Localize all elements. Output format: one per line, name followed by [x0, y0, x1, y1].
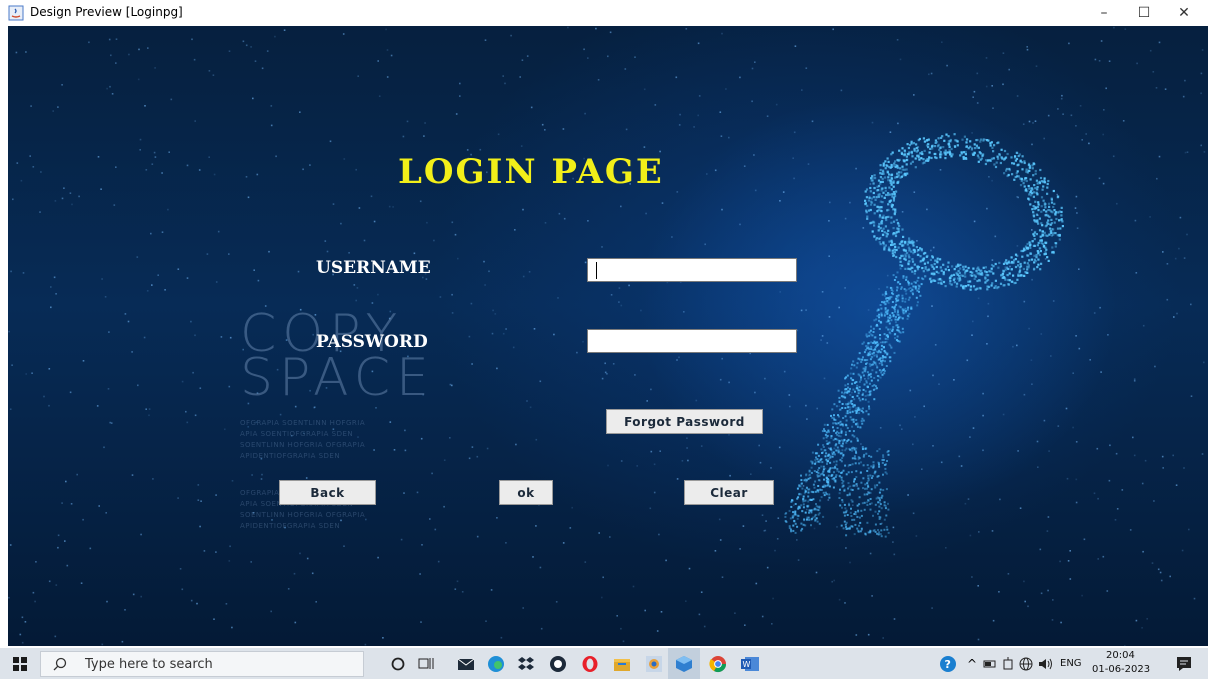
taskbar-search-box[interactable]: Type here to search [40, 651, 364, 677]
text-caret [596, 262, 597, 279]
clear-button[interactable]: Clear [684, 480, 774, 505]
window-title: Design Preview [Loginpg] [30, 5, 183, 19]
watermark-small-line: APIDENTIOFGRAPIA SDEN [240, 452, 341, 460]
back-button[interactable]: Back [279, 480, 376, 505]
dropbox-icon[interactable] [514, 652, 538, 676]
close-icon: ✕ [1178, 5, 1190, 21]
svg-text:W: W [743, 660, 751, 669]
search-icon [53, 657, 67, 671]
watermark-small-line: SOENTLINN HOFGRIA OFGRAPIA [240, 441, 366, 449]
chrome-icon[interactable] [706, 652, 730, 676]
java-app-icon [8, 5, 24, 21]
password-label: PASSWORD [316, 332, 428, 352]
login-panel: COPY SPACE OFGRAPIA SOENTLINN HOFGRIA AP… [8, 26, 1208, 646]
mail-icon[interactable] [454, 652, 478, 676]
clock-time[interactable]: 20:04 [1106, 650, 1135, 661]
clock-date[interactable]: 01-06-2023 [1092, 664, 1150, 675]
close-button[interactable]: ✕ [1164, 0, 1204, 26]
volume-icon[interactable] [1034, 652, 1058, 676]
username-input[interactable] [587, 258, 797, 282]
forgot-password-button[interactable]: Forgot Password [606, 409, 763, 434]
notification-icon[interactable] [1172, 652, 1196, 676]
netbeans-icon[interactable] [642, 652, 666, 676]
virtualbox-icon[interactable] [668, 648, 700, 679]
windows-start-icon[interactable] [8, 652, 32, 676]
help-icon[interactable]: ? [936, 652, 960, 676]
minimize-icon: – [1100, 5, 1108, 21]
maximize-icon: ☐ [1137, 5, 1151, 21]
file-explorer-icon[interactable] [610, 652, 634, 676]
watermark-small-line: APIDENTIOFGRAPIA SDEN [240, 522, 341, 530]
app-icon[interactable] [546, 652, 570, 676]
background-watermark: COPY SPACE [240, 308, 435, 408]
password-input[interactable] [587, 329, 797, 353]
opera-icon[interactable] [578, 652, 602, 676]
window-title-bar: Design Preview [Loginpg] – ☐ ✕ [0, 0, 1208, 26]
watermark-small-line: APIA SOENTIOFGRAPIA SDEN [240, 430, 354, 438]
watermark-line-2: SPACE [240, 348, 435, 408]
search-placeholder: Type here to search [85, 657, 213, 672]
username-label: USERNAME [316, 258, 431, 278]
svg-text:?: ? [945, 658, 951, 671]
minimize-button[interactable]: – [1084, 0, 1124, 26]
watermark-small-text-1: OFGRAPIA SOENTLINN HOFGRIA APIA SOENTIOF… [240, 418, 365, 462]
watermark-small-line: SOENTLINN HOFGRIA OFGRAPIA [240, 511, 366, 519]
ok-button[interactable]: ok [499, 480, 553, 505]
watermark-small-line: OFGRAPIA SOENTLINN HOFGRIA [240, 419, 366, 427]
edge-icon[interactable] [484, 652, 508, 676]
language-indicator[interactable]: ENG [1060, 658, 1082, 669]
maximize-button[interactable]: ☐ [1124, 0, 1164, 26]
windows-taskbar: Type here to search W ? ^ ENG 20:04 01-0… [0, 648, 1208, 679]
word-icon[interactable]: W [738, 652, 762, 676]
page-title: LOGIN PAGE [398, 152, 664, 192]
cortana-icon[interactable] [386, 652, 410, 676]
task-view-icon[interactable] [414, 652, 438, 676]
